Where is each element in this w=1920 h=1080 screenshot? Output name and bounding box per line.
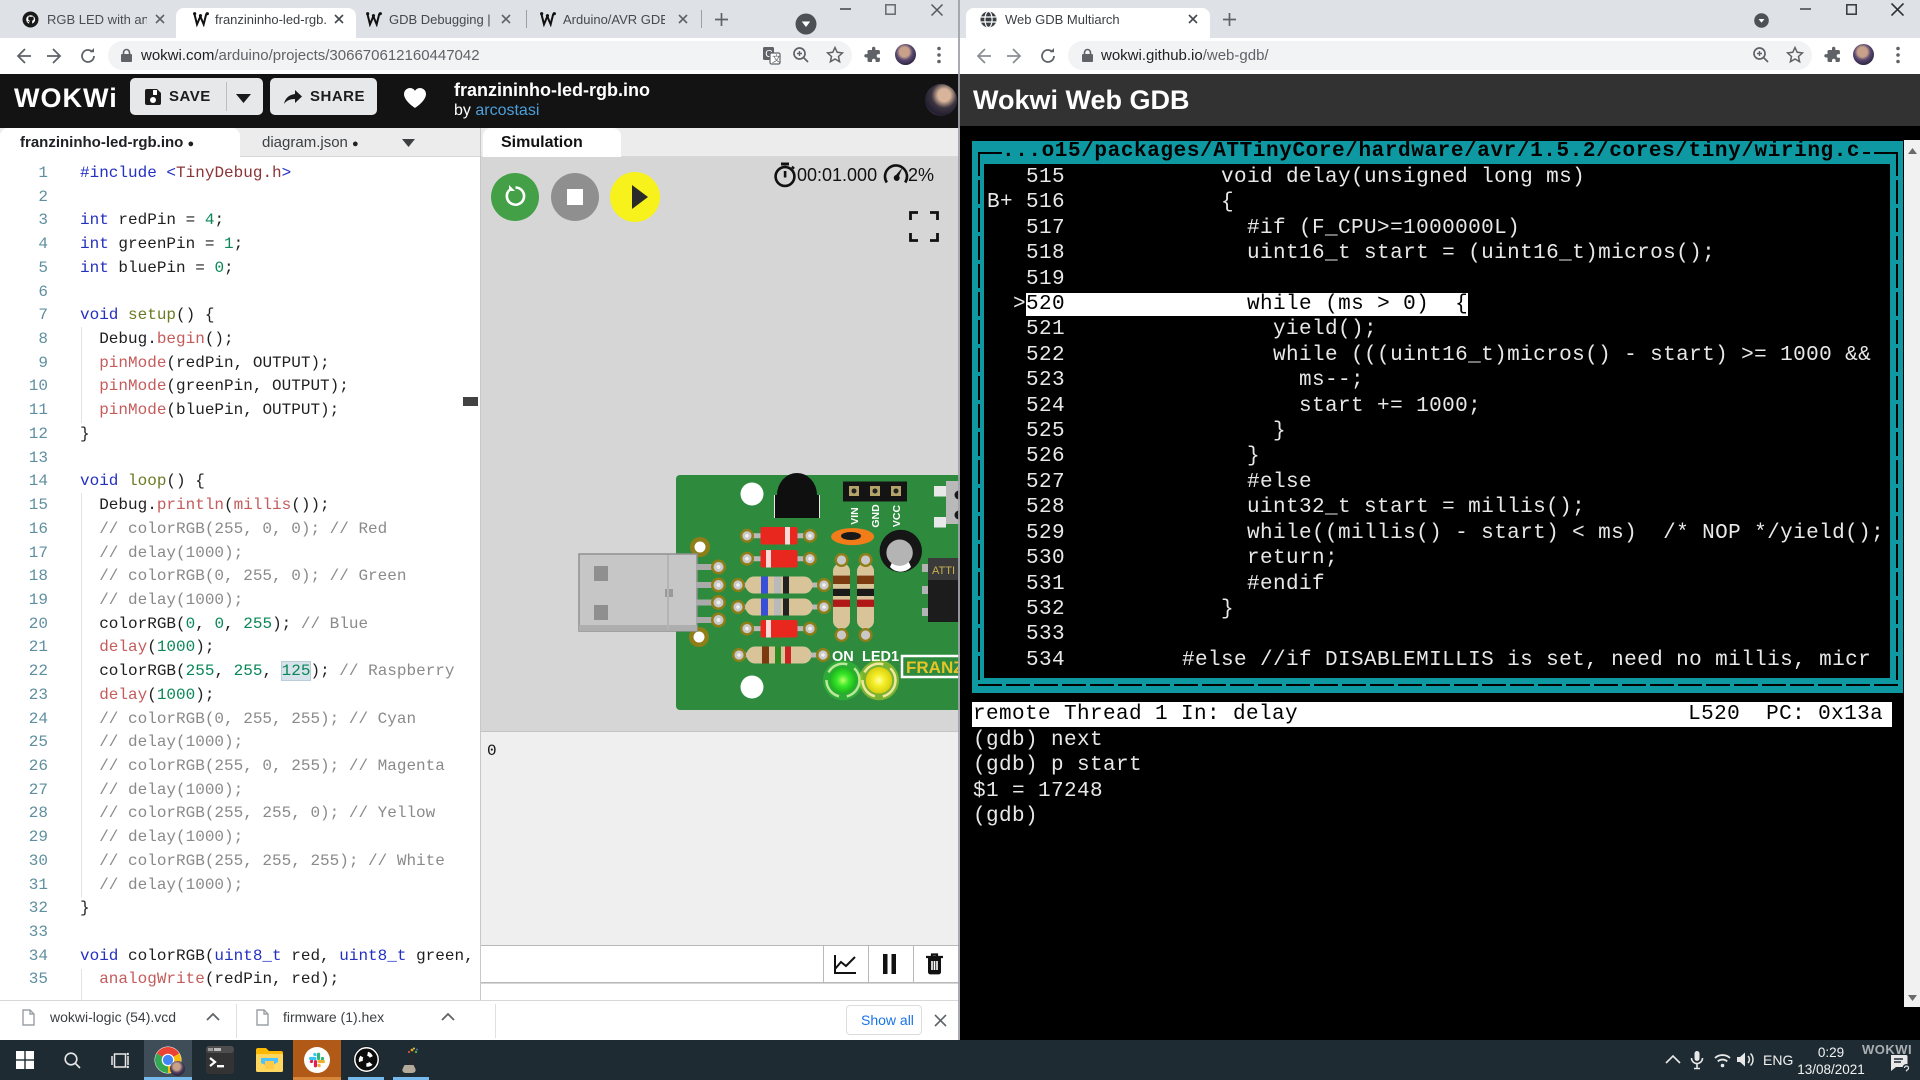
- svg-text:GND: GND: [870, 504, 882, 528]
- svg-text:文: 文: [772, 53, 781, 64]
- svg-text:FRANZ: FRANZ: [906, 658, 960, 677]
- svg-text:ATTI: ATTI: [932, 565, 955, 577]
- svg-text:VCC: VCC: [891, 504, 903, 527]
- svg-text:VIN: VIN: [849, 507, 861, 525]
